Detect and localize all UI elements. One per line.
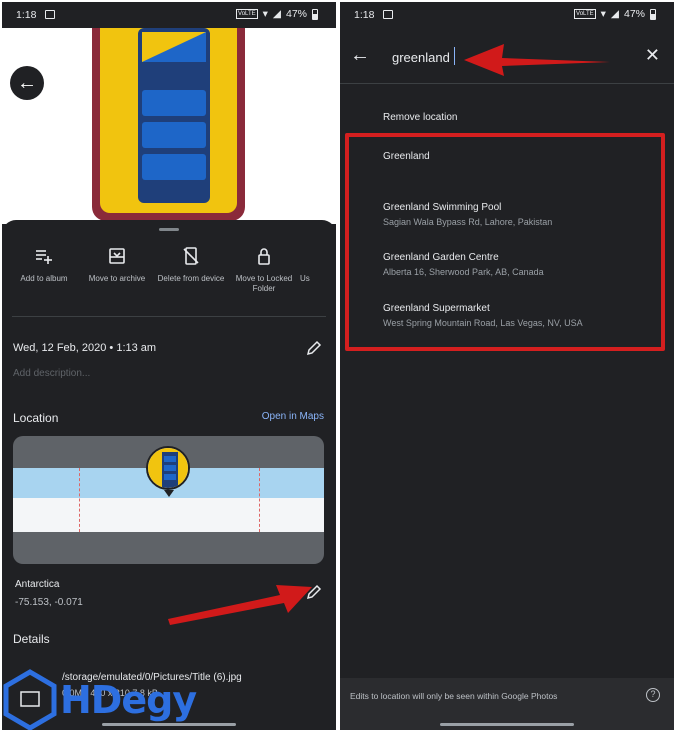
open-in-maps-link[interactable]: Open in Maps (262, 411, 324, 422)
gallery-icon (383, 10, 393, 19)
left-phone-screen: 1:18 VoLTE ▾ ◢ 47% ← Add to album Move t… (2, 2, 336, 730)
highlight-box (345, 133, 665, 351)
more-icon (310, 246, 330, 266)
action-row: Add to album Move to archive Delete from… (2, 246, 336, 302)
signal-icon: ◢ (272, 8, 281, 20)
status-bar: 1:18 VoLTE ▾ ◢ 47% (2, 2, 336, 28)
status-bar: 1:18 VoLTE ▾ ◢ 47% (340, 2, 674, 28)
battery-percent: 47% (623, 8, 645, 20)
battery-icon (650, 8, 656, 20)
status-time: 1:18 (354, 9, 375, 21)
hexagon-logo-icon (3, 669, 57, 731)
photo-date-time: Wed, 12 Feb, 2020 • 1:13 am (13, 342, 157, 354)
screenshot-composite: 1:18 VoLTE ▾ ◢ 47% ← Add to album Move t… (0, 0, 675, 732)
move-to-archive-button[interactable]: Move to archive (80, 246, 154, 284)
edit-date-pencil-icon[interactable] (305, 339, 323, 357)
divider (12, 316, 326, 317)
volte-icon: VoLTE (236, 9, 258, 19)
playlist-add-icon (36, 250, 52, 264)
wifi-icon: ▾ (262, 8, 268, 20)
photo-image (92, 28, 245, 221)
photo-preview[interactable]: ← (2, 28, 336, 224)
remove-location-item[interactable]: Remove location (383, 112, 663, 123)
location-name: Antarctica (15, 579, 60, 590)
add-to-album-button[interactable]: Add to album (7, 246, 81, 284)
info-bottom-sheet: Add to album Move to archive Delete from… (2, 220, 336, 730)
sheet-drag-handle[interactable] (159, 228, 179, 231)
map-pin-thumbnail (146, 446, 190, 490)
location-heading: Location (13, 411, 59, 425)
delete-from-device-icon (183, 247, 199, 265)
archive-icon (109, 248, 125, 264)
move-to-locked-folder-button[interactable]: Move to Locked Folder (227, 246, 301, 294)
gallery-icon (45, 10, 55, 19)
text-cursor (454, 47, 455, 65)
watermark-logo: HDegy (2, 668, 202, 731)
back-arrow-icon[interactable]: ← (350, 44, 370, 67)
footer-note: Edits to location will only be seen with… (350, 691, 558, 701)
watermark-text: HDegy (60, 678, 197, 722)
use-as-button[interactable]: Us (300, 246, 336, 284)
signal-icon: ◢ (610, 8, 619, 20)
status-time: 1:18 (16, 9, 37, 21)
annotation-arrow-left (168, 585, 312, 625)
battery-icon (312, 8, 318, 20)
volte-icon: VoLTE (574, 9, 596, 19)
annotation-arrow-right (464, 44, 610, 76)
battery-artwork (138, 28, 210, 203)
help-icon[interactable]: ? (646, 688, 660, 702)
gesture-nav-bar[interactable] (440, 723, 574, 726)
back-arrow-icon[interactable]: ← (10, 66, 44, 100)
wifi-icon: ▾ (600, 8, 606, 20)
location-coordinates: -75.153, -0.071 (15, 597, 83, 608)
delete-from-device-button[interactable]: Delete from device (154, 246, 228, 284)
lock-icon (258, 248, 270, 265)
right-phone-screen: 1:18 VoLTE ▾ ◢ 47% ← ✕ Remove location G… (340, 2, 674, 730)
clear-search-close-icon[interactable]: ✕ (645, 45, 660, 66)
details-heading: Details (13, 632, 50, 646)
location-map[interactable] (13, 436, 324, 564)
battery-percent: 47% (285, 8, 307, 20)
description-field[interactable]: Add description... (13, 368, 90, 379)
